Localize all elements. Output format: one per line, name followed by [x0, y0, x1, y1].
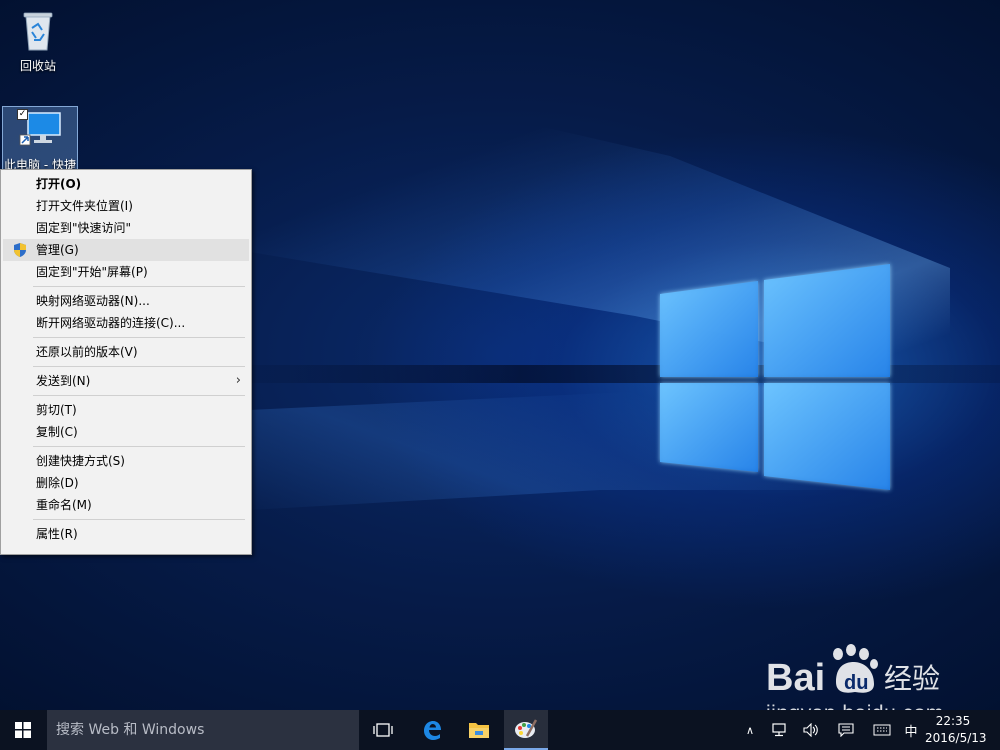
- speaker-icon: [803, 723, 818, 737]
- context-menu: 打开(O) 打开文件夹位置(I) 固定到"快速访问" 管理(G) 固定到"开始"…: [0, 169, 252, 555]
- menu-item-cut[interactable]: 剪切(T): [3, 399, 249, 421]
- folder-icon: [469, 723, 489, 738]
- menu-item-delete[interactable]: 删除(D): [3, 472, 249, 494]
- clock-date: 2016/5/13: [925, 731, 987, 745]
- menu-item-label: 重命名(M): [36, 498, 92, 512]
- edge-icon: [424, 721, 441, 740]
- menu-item-label: 还原以前的版本(V): [36, 345, 138, 359]
- menu-item-label: 断开网络驱动器的连接(C)...: [36, 316, 186, 330]
- menu-separator: [33, 366, 245, 367]
- clock-time: 22:35: [935, 714, 971, 728]
- menu-separator: [33, 519, 245, 520]
- menu-item-label: 复制(C): [36, 425, 78, 439]
- recycle-bin-label: 回收站: [19, 59, 56, 73]
- menu-item-open[interactable]: 打开(O): [3, 173, 249, 195]
- clock[interactable]: 22:35 2016/5/13: [925, 713, 987, 747]
- windows-logo-wallpaper: [660, 264, 890, 490]
- menu-item-open-folder-location[interactable]: 打开文件夹位置(I): [3, 195, 249, 217]
- menu-separator: [33, 337, 245, 338]
- show-hidden-icons-button[interactable]: ∧: [740, 710, 760, 750]
- taskbar-file-explorer[interactable]: [457, 710, 501, 750]
- watermark-brand-suffix: 经验: [884, 662, 940, 695]
- action-center-button[interactable]: [833, 710, 859, 750]
- input-method-indicator[interactable]: 中: [900, 710, 922, 750]
- menu-item-label: 打开(O): [36, 177, 82, 191]
- volume-tray-button[interactable]: [800, 710, 822, 750]
- task-view-icon: [373, 723, 393, 737]
- selection-checkbox[interactable]: ✓: [17, 109, 28, 120]
- menu-item-label: 打开文件夹位置(I): [36, 199, 133, 213]
- desktop-icon-recycle-bin[interactable]: 回收站: [0, 6, 76, 76]
- taskbar-edge[interactable]: [410, 710, 454, 750]
- uac-shield-icon: [14, 243, 26, 257]
- menu-item-pin-quick-access[interactable]: 固定到"快速访问": [3, 217, 249, 239]
- chevron-up-icon: ∧: [745, 723, 755, 737]
- recycle-bin-icon: [23, 12, 53, 51]
- menu-item-label: 管理(G): [36, 243, 79, 257]
- menu-item-map-network-drive[interactable]: 映射网络驱动器(N)...: [3, 290, 249, 312]
- touch-keyboard-button[interactable]: [870, 710, 894, 750]
- network-tray-button[interactable]: [768, 710, 790, 750]
- paint-palette-icon: [515, 719, 538, 738]
- start-button[interactable]: [0, 710, 46, 750]
- menu-separator: [33, 286, 245, 287]
- menu-item-copy[interactable]: 复制(C): [3, 421, 249, 443]
- menu-item-pin-start[interactable]: 固定到"开始"屏幕(P): [3, 261, 249, 283]
- menu-separator: [33, 446, 245, 447]
- network-icon: [772, 723, 786, 737]
- menu-item-create-shortcut[interactable]: 创建快捷方式(S): [3, 450, 249, 472]
- windows-start-icon: [15, 722, 31, 738]
- menu-item-manage[interactable]: 管理(G): [3, 239, 249, 261]
- chevron-right-icon: ›: [235, 373, 241, 388]
- watermark-brand: Bai: [766, 657, 825, 699]
- menu-item-label: 创建快捷方式(S): [36, 454, 125, 468]
- menu-item-rename[interactable]: 重命名(M): [3, 494, 249, 516]
- menu-item-properties[interactable]: 属性(R): [3, 523, 249, 545]
- menu-item-label: 删除(D): [36, 476, 79, 490]
- notification-icon: [838, 723, 854, 737]
- menu-item-label: 属性(R): [36, 527, 78, 541]
- menu-item-label: 剪切(T): [36, 403, 77, 417]
- taskbar: 搜索 Web 和 Windows ∧ 中 22:35 2016/5/13: [0, 710, 1000, 750]
- task-view-button[interactable]: [362, 710, 404, 750]
- menu-item-label: 发送到(N): [36, 374, 91, 388]
- baidu-logo: Bai du 经验: [766, 644, 940, 699]
- svg-text:du: du: [844, 672, 868, 694]
- taskbar-paint[interactable]: [504, 710, 548, 750]
- menu-item-disconnect-network-drive[interactable]: 断开网络驱动器的连接(C)...: [3, 312, 249, 334]
- menu-item-label: 映射网络驱动器(N)...: [36, 294, 150, 308]
- menu-item-label: 固定到"快速访问": [36, 221, 132, 235]
- search-box[interactable]: 搜索 Web 和 Windows: [47, 710, 359, 750]
- menu-item-send-to[interactable]: 发送到(N) ›: [3, 370, 249, 392]
- keyboard-icon: [873, 724, 891, 736]
- menu-item-restore-previous-versions[interactable]: 还原以前的版本(V): [3, 341, 249, 363]
- menu-item-label: 固定到"开始"屏幕(P): [36, 265, 148, 279]
- menu-separator: [33, 395, 245, 396]
- desktop-icon-this-pc-shortcut[interactable]: ✓ 此电脑 - 快捷: [2, 106, 78, 174]
